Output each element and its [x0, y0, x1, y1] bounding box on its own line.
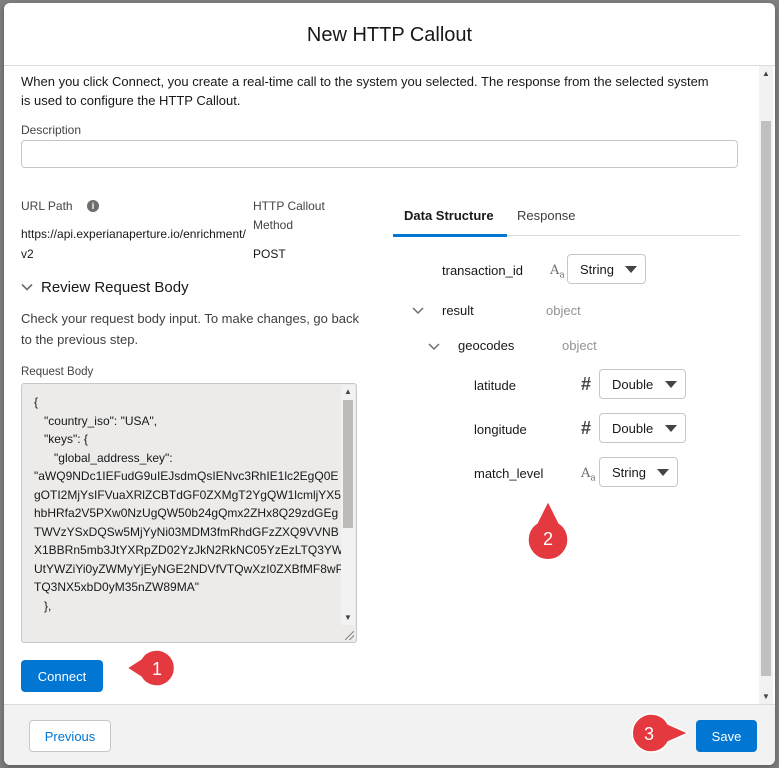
callout-marker-2: 2 — [525, 499, 571, 569]
url-path-value: https://api.experianaperture.io/enrichme… — [21, 227, 246, 261]
callout-label-2: 2 — [543, 529, 553, 549]
description-input[interactable] — [21, 140, 738, 168]
tab-data-structure[interactable]: Data Structure — [404, 208, 494, 223]
tab-bar: Data Structure Response — [393, 197, 740, 237]
info-icon[interactable]: i — [87, 200, 99, 212]
review-section-toggle[interactable]: Review Request Body — [21, 276, 189, 298]
previous-button[interactable]: Previous — [29, 720, 111, 752]
number-type-icon: # — [581, 418, 592, 438]
callout-marker-1: 1 — [125, 647, 179, 689]
modal-body: When you click Connect, you create a rea… — [4, 66, 775, 706]
latitude-type-select[interactable]: Double — [599, 369, 686, 399]
field-latitude: latitude — [474, 378, 516, 393]
transaction-id-type-select[interactable]: String — [567, 254, 646, 284]
review-section-title: Review Request Body — [41, 278, 189, 296]
active-tab-indicator — [393, 234, 507, 237]
scroll-down-icon[interactable]: ▼ — [344, 613, 352, 622]
match-level-type-value: String — [612, 465, 646, 480]
resize-grip-icon[interactable] — [345, 631, 354, 640]
intro-text: When you click Connect, you create a rea… — [21, 74, 709, 108]
longitude-type-select[interactable]: Double — [599, 413, 686, 443]
modal-title: New HTTP Callout — [306, 24, 473, 46]
modal-header: New HTTP Callout — [4, 3, 775, 66]
method-label: HTTP Callout Method — [253, 199, 325, 232]
connect-button[interactable]: Connect — [21, 660, 103, 692]
method-value: POST — [253, 247, 286, 261]
geocodes-chevron-down-icon[interactable] — [428, 342, 440, 352]
scroll-up-icon[interactable]: ▲ — [762, 69, 770, 78]
field-result: result — [442, 303, 474, 318]
caret-down-icon — [625, 266, 637, 273]
request-body-scrollbar[interactable]: ▲ ▼ — [341, 385, 355, 625]
field-match-level: match_level — [474, 466, 544, 481]
request-body-textarea[interactable]: { "country_iso": "USA", "keys": { "globa… — [21, 383, 357, 643]
request-body-text: { "country_iso": "USA", "keys": { "globa… — [34, 395, 344, 613]
transaction-id-type-value: String — [580, 262, 614, 277]
geocodes-type: object — [562, 338, 597, 353]
save-button[interactable]: Save — [696, 720, 757, 752]
modal-body-scrollbar[interactable]: ▲ ▼ — [759, 66, 773, 706]
scroll-down-icon[interactable]: ▼ — [762, 692, 770, 701]
caret-down-icon — [657, 469, 669, 476]
callout-label-1: 1 — [152, 659, 162, 679]
latitude-type-value: Double — [612, 377, 654, 392]
field-longitude: longitude — [474, 422, 527, 437]
caret-down-icon — [665, 425, 677, 432]
result-type: object — [546, 303, 581, 318]
caret-down-icon — [665, 381, 677, 388]
request-body-label: Request Body — [21, 366, 94, 378]
field-transaction-id: transaction_id — [442, 263, 523, 278]
request-body-scroll-thumb[interactable] — [343, 400, 353, 528]
number-type-icon: # — [581, 374, 592, 394]
text-type-icon: Aa — [581, 466, 596, 484]
callout-label-3: 3 — [644, 724, 654, 744]
field-geocodes: geocodes — [458, 338, 515, 353]
http-callout-modal: New HTTP Callout When you click Connect,… — [4, 3, 775, 765]
longitude-type-value: Double — [612, 421, 654, 436]
scroll-up-icon[interactable]: ▲ — [344, 387, 352, 396]
text-type-icon: Aa — [550, 263, 565, 281]
result-chevron-down-icon[interactable] — [412, 306, 424, 316]
callout-marker-3: 3 — [624, 712, 690, 754]
review-help-text: Check your request body input. To make c… — [21, 311, 359, 347]
modal-body-scroll-thumb[interactable] — [761, 121, 771, 676]
url-path-label: URL Path — [21, 199, 73, 213]
description-label: Description — [21, 123, 82, 137]
chevron-down-icon — [21, 283, 33, 291]
match-level-type-select[interactable]: String — [599, 457, 678, 487]
tab-response[interactable]: Response — [517, 208, 576, 223]
